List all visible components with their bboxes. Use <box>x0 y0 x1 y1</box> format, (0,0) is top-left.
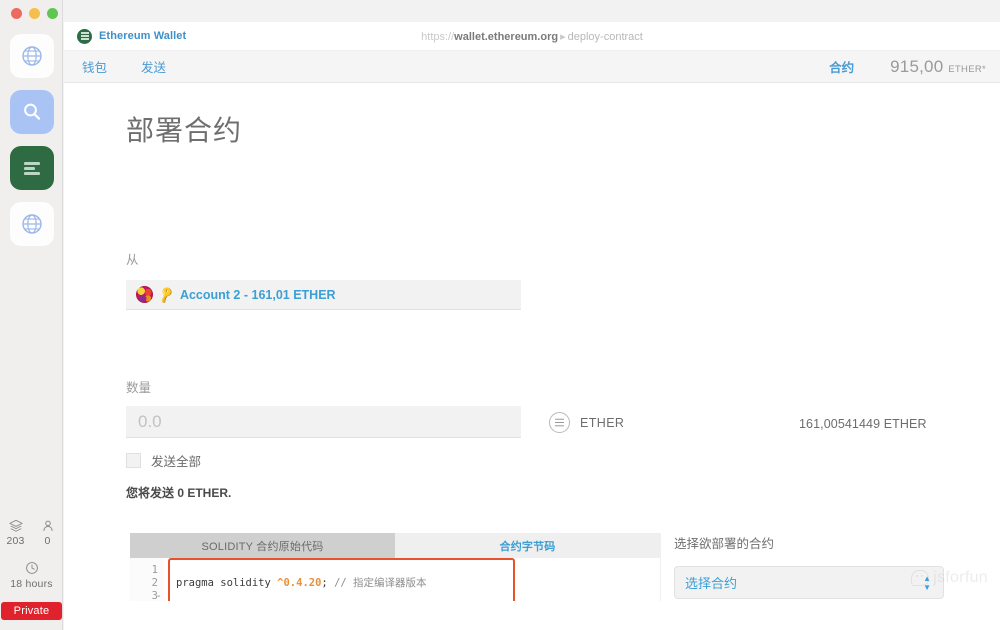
from-section: 从 🔑 Account 2 - 161,01 ETHER <box>126 249 521 310</box>
globe-icon <box>20 44 44 68</box>
nav-wallet[interactable]: 钱包 <box>82 57 107 76</box>
amount-section: 数量 发送全部 您将发送 0 ETHER. <box>126 377 521 501</box>
dock-counters: 203 0 <box>0 519 63 547</box>
amount-label: 数量 <box>126 377 521 396</box>
code-token-version: ^0.4.20 <box>277 577 321 589</box>
contract-select-panel: 选择欲部署的合约 选择合约 ▲▼ <box>674 533 1000 599</box>
nav-send[interactable]: 发送 <box>141 57 166 76</box>
contract-select-value: 选择合约 <box>685 573 737 592</box>
send-all-label: 发送全部 <box>151 451 201 470</box>
window-traffic-lights <box>11 8 58 19</box>
total-balance-unit: ETHER* <box>948 64 986 75</box>
tab-solidity-source[interactable]: SOLIDITY 合约原始代码 <box>130 533 395 558</box>
currency-unit-label: ETHER <box>580 416 624 430</box>
editor-gutter: 1 2 3- 4 5 <box>131 558 164 601</box>
network-badge[interactable]: Private <box>1 602 63 620</box>
send-summary-suffix: . <box>228 486 231 500</box>
zoom-button[interactable] <box>47 8 58 19</box>
fold-toggle-icon[interactable]: - <box>156 590 162 601</box>
wallet-window: Ethereum Wallet https://wallet.ethereum.… <box>64 22 1000 630</box>
navbar-left-links: 钱包 发送 <box>64 57 166 76</box>
contract-select-label: 选择欲部署的合约 <box>674 533 1000 552</box>
code-token-comment: // 指定编译器版本 <box>334 577 426 589</box>
url-path: deploy-contract <box>568 31 643 43</box>
from-label: 从 <box>126 249 521 268</box>
dock-item-ethereum-wallet[interactable] <box>10 146 54 190</box>
url-host: wallet.ethereum.org <box>454 31 558 43</box>
window-titlebar: Ethereum Wallet https://wallet.ethereum.… <box>64 22 1000 51</box>
line-number-with-fold[interactable]: 3- <box>131 590 158 601</box>
dock-status-area: 203 0 18 hours Private <box>0 519 63 620</box>
send-summary: 您将发送 0 ETHER. <box>126 484 521 501</box>
contract-source-panel: SOLIDITY 合约原始代码 合约字节码 1 2 3- 4 5 pragma … <box>130 533 660 601</box>
page-title: 部署合约 <box>126 109 242 149</box>
dock-item-search[interactable] <box>10 90 54 134</box>
app-brand: Ethereum Wallet <box>64 29 186 44</box>
search-icon <box>20 100 44 124</box>
nav-contracts[interactable]: 合约 <box>829 57 854 76</box>
users-stat: 0 <box>37 519 59 547</box>
navbar-right: 合约 915,00 ETHER* <box>829 57 986 77</box>
send-summary-value: 0 ETHER <box>177 486 228 500</box>
breadcrumb-separator: ▸ <box>558 31 568 43</box>
close-button[interactable] <box>11 8 22 19</box>
list-icon <box>19 155 45 181</box>
code-editor[interactable]: 1 2 3- 4 5 pragma solidity ^0.4.20; // 指… <box>130 558 660 601</box>
app-navbar: 钱包 发送 合约 915,00 ETHER* <box>64 51 1000 83</box>
ether-unit-icon <box>549 412 570 433</box>
line-number: 2 <box>131 577 158 590</box>
peers-count: 203 <box>6 535 24 547</box>
from-account-text: Account 2 - 161,01 ETHER <box>180 288 336 302</box>
address-bar: https://wallet.ethereum.org▸deploy-contr… <box>64 30 1000 43</box>
key-icon: 🔑 <box>157 285 176 304</box>
editor-tabs: SOLIDITY 合约原始代码 合约字节码 <box>130 533 660 558</box>
code-content[interactable]: pragma solidity ^0.4.20; // 指定编译器版本 cont… <box>164 558 660 601</box>
left-dock: 203 0 18 hours Private <box>0 0 63 630</box>
sync-time-value: 18 hours <box>10 578 52 590</box>
app-title: Ethereum Wallet <box>99 30 186 42</box>
total-balance: 915,00 ETHER* <box>890 57 986 77</box>
layers-icon <box>9 519 23 533</box>
tab-bytecode[interactable]: 合约字节码 <box>395 533 660 558</box>
dock-item-browser-2[interactable] <box>10 202 54 246</box>
stepper-arrows-icon[interactable]: ▲▼ <box>923 575 931 591</box>
minimize-button[interactable] <box>29 8 40 19</box>
clock-icon <box>25 561 39 575</box>
page-content: 部署合约 从 🔑 Account 2 - 161,01 ETHER 数量 发送全… <box>64 83 1000 601</box>
users-count: 0 <box>44 535 50 547</box>
code-token: pragma solidity <box>176 577 277 589</box>
code-token: ; <box>321 577 334 589</box>
peers-stat: 203 <box>5 519 27 547</box>
dock-item-browser-1[interactable] <box>10 34 54 78</box>
url-scheme: https:// <box>421 31 454 43</box>
panel-divider <box>660 533 661 601</box>
from-account-select[interactable]: 🔑 Account 2 - 161,01 ETHER <box>126 280 521 310</box>
globe-icon <box>20 212 44 236</box>
send-summary-prefix: 您将发送 <box>126 486 177 500</box>
person-icon <box>41 519 55 533</box>
app-root: 203 0 18 hours Private <box>0 0 1000 630</box>
line-number: 1 <box>131 564 158 577</box>
send-all-checkbox[interactable] <box>126 453 141 468</box>
account-balance: 161,00541449 ETHER <box>799 417 927 431</box>
sync-time-stat: 18 hours <box>0 561 63 590</box>
total-balance-value: 915,00 <box>890 57 943 76</box>
contract-select-dropdown[interactable]: 选择合约 ▲▼ <box>674 566 944 599</box>
currency-unit-select[interactable]: ETHER <box>549 412 624 433</box>
code-line-1: pragma solidity ^0.4.20; // 指定编译器版本 <box>176 577 660 590</box>
ethereum-wallet-logo <box>77 29 92 44</box>
amount-input[interactable] <box>126 406 521 438</box>
account-avatar-icon <box>136 286 153 303</box>
send-all-row[interactable]: 发送全部 <box>126 451 521 470</box>
dock-icon-list <box>0 34 63 258</box>
